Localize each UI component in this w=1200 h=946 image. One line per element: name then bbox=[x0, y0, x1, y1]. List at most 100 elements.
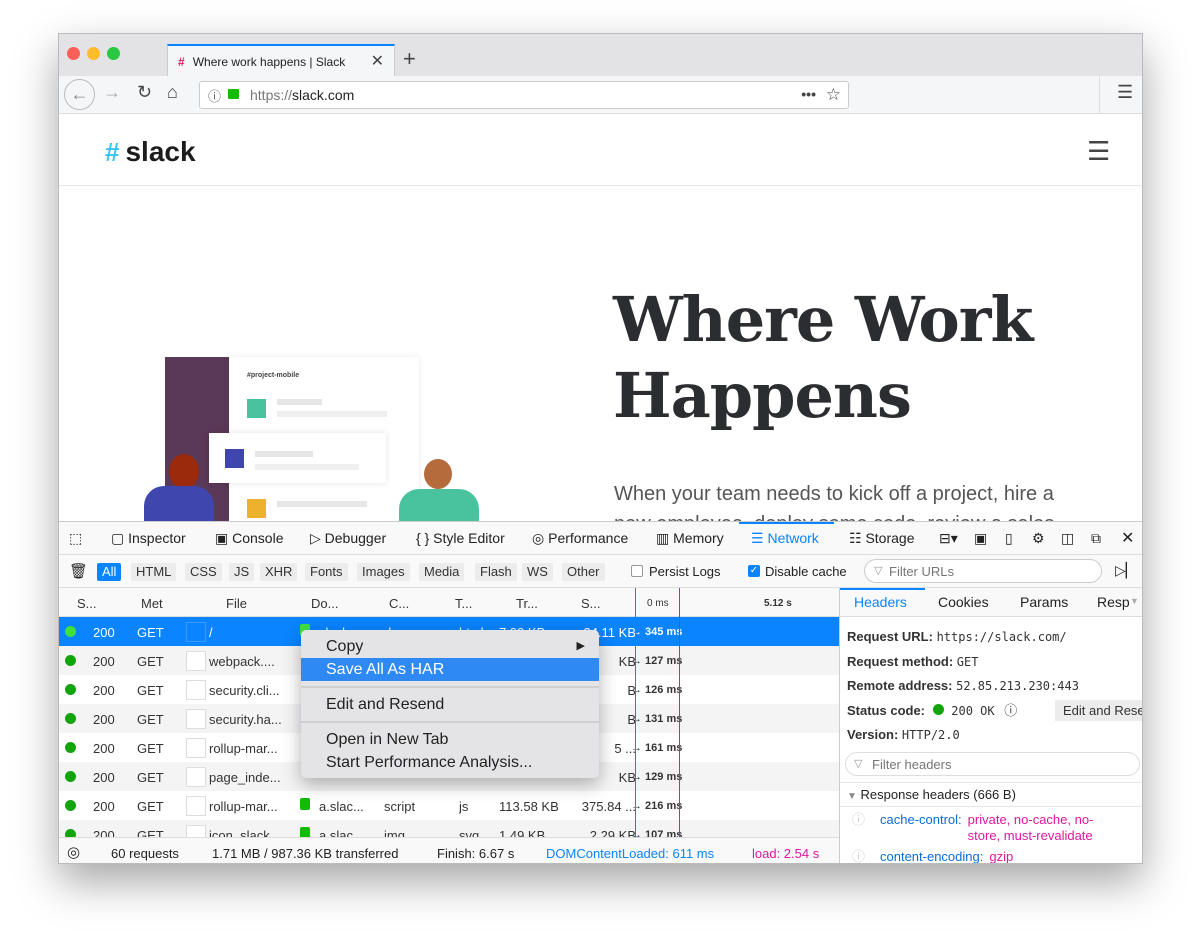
new-tab-button[interactable]: + bbox=[403, 46, 416, 72]
filter-html[interactable]: HTML bbox=[131, 563, 177, 581]
menu-item-save-all-as-har[interactable]: Save All As HAR bbox=[301, 658, 599, 681]
home-button[interactable]: ⌂ bbox=[167, 82, 178, 103]
responsive-design-icon[interactable]: ▯ bbox=[1005, 530, 1013, 547]
load-marker bbox=[679, 588, 680, 838]
hamburger-menu-icon[interactable]: ☰ bbox=[1087, 136, 1110, 167]
persist-logs-checkbox[interactable] bbox=[631, 565, 643, 577]
devtools-toolbar: ⬚ ▢ Inspector ▣ Console ▷ Debugger { } S… bbox=[59, 522, 1142, 555]
help-icon[interactable]: ⓘ bbox=[852, 849, 880, 863]
help-icon[interactable]: ⓘ bbox=[852, 812, 880, 844]
tool-tab-style-editor[interactable]: { } Style Editor bbox=[416, 530, 505, 546]
reload-button[interactable]: ↻ bbox=[137, 82, 152, 103]
cell-method: GET bbox=[137, 741, 164, 756]
layout-toggle-icon[interactable]: ⊟▾ bbox=[939, 530, 958, 547]
tool-tab-inspector[interactable]: ▢ Inspector bbox=[111, 530, 186, 547]
info-icon[interactable]: ⓘ bbox=[208, 86, 221, 105]
filter-js[interactable]: JS bbox=[229, 563, 255, 581]
filter-images[interactable]: Images bbox=[357, 563, 410, 581]
cell-status: 200 bbox=[93, 770, 115, 785]
tab-bar: # Where work happens | Slack ✕ + bbox=[59, 34, 1142, 77]
column-size[interactable]: S... bbox=[581, 596, 601, 611]
cell-domain: a.slac... bbox=[319, 799, 364, 814]
close-devtools-icon[interactable]: ✕ bbox=[1121, 528, 1134, 548]
request-row[interactable]: 200 GET rollup-mar... a.slac... script j… bbox=[59, 791, 839, 820]
performance-analysis-icon[interactable]: ◎ bbox=[67, 843, 80, 861]
tab-headers[interactable]: Headers bbox=[854, 594, 907, 610]
url-bar[interactable]: ⓘ https://slack.com ••• ☆ bbox=[199, 81, 849, 109]
response-headers-toggle[interactable]: ▼ Response headers (666 B) bbox=[840, 782, 1142, 807]
file-thumbnail-icon bbox=[186, 680, 206, 700]
more-tabs-icon[interactable]: ▼ bbox=[1130, 596, 1139, 606]
timeline-tick: 0 ms bbox=[647, 598, 669, 609]
menu-item-copy[interactable]: Copy ▶ bbox=[301, 635, 599, 658]
tab-cookies[interactable]: Cookies bbox=[938, 594, 989, 610]
hero-title: Where Work Happens bbox=[613, 282, 1033, 434]
help-icon[interactable]: ⓘ bbox=[1004, 703, 1017, 718]
filter-xhr[interactable]: XHR bbox=[260, 563, 298, 581]
request-method: GET bbox=[956, 654, 979, 669]
tool-tab-console[interactable]: ▣ Console bbox=[215, 530, 284, 547]
filter-all[interactable]: All bbox=[97, 563, 122, 581]
filter-other[interactable]: Other bbox=[562, 563, 605, 581]
timeline-tick: 5.12 s bbox=[764, 598, 792, 609]
tool-label: Debugger bbox=[324, 530, 387, 546]
forward-button[interactable]: → bbox=[103, 82, 121, 103]
hero-subtitle-line-1: When your team needs to kick off a proje… bbox=[614, 483, 1054, 505]
dock-side-icon[interactable]: ◫ bbox=[1061, 530, 1074, 547]
menu-item-open-in-new-tab[interactable]: Open in New Tab bbox=[301, 728, 599, 751]
filter-css[interactable]: CSS bbox=[185, 563, 222, 581]
edit-and-resend-button[interactable]: Edit and Resend bbox=[1055, 699, 1142, 721]
split-console-icon[interactable]: ▣ bbox=[974, 530, 987, 547]
logo-text: slack bbox=[125, 136, 196, 167]
filter-urls-input[interactable] bbox=[864, 559, 1102, 583]
column-cause[interactable]: C... bbox=[389, 596, 409, 611]
toggle-sidebar-icon[interactable]: ▷▏ bbox=[1115, 562, 1137, 579]
page-actions-icon[interactable]: ••• bbox=[801, 86, 816, 102]
bookmark-star-icon[interactable]: ☆ bbox=[826, 85, 841, 105]
separate-window-icon[interactable]: ⧉ bbox=[1091, 530, 1101, 547]
menu-item-start-performance-analysis[interactable]: Start Performance Analysis... bbox=[301, 751, 599, 774]
lock-icon bbox=[300, 798, 310, 810]
menu-icon[interactable]: ☰ bbox=[1117, 82, 1133, 103]
tool-tab-debugger[interactable]: ▷ Debugger bbox=[310, 530, 386, 547]
element-picker-icon[interactable]: ⬚ bbox=[69, 530, 82, 547]
filter-flash[interactable]: Flash bbox=[475, 563, 517, 581]
column-method[interactable]: Met bbox=[141, 596, 163, 611]
clear-trash-icon[interactable]: 🗑 bbox=[69, 562, 88, 580]
disable-cache-checkbox[interactable]: ✓ bbox=[748, 565, 760, 577]
tool-tab-network[interactable]: ☰ Network bbox=[751, 530, 819, 547]
tool-label: Console bbox=[232, 530, 284, 546]
header-name: content-encoding: bbox=[880, 849, 984, 864]
slack-logo[interactable]: # slack bbox=[105, 136, 196, 168]
load-time: load: 2.54 s bbox=[752, 846, 820, 861]
tab-response[interactable]: Resp bbox=[1097, 594, 1130, 610]
minimize-window-button[interactable] bbox=[87, 47, 100, 60]
tool-tab-memory[interactable]: ▥ Memory bbox=[656, 530, 724, 547]
tool-tab-performance[interactable]: ◎ Performance bbox=[532, 530, 628, 547]
close-tab-icon[interactable]: ✕ bbox=[371, 51, 384, 71]
column-type[interactable]: T... bbox=[455, 596, 472, 611]
filter-ws[interactable]: WS bbox=[522, 563, 553, 581]
filter-fonts[interactable]: Fonts bbox=[305, 563, 348, 581]
tool-tab-storage[interactable]: ☷ Storage bbox=[849, 530, 915, 547]
settings-gear-icon[interactable]: ⚙ bbox=[1032, 530, 1045, 547]
column-transferred[interactable]: Tr... bbox=[516, 596, 538, 611]
cell-timing: → 127 ms bbox=[631, 655, 683, 667]
tool-label: Memory bbox=[673, 530, 724, 546]
cell-status: 200 bbox=[93, 712, 115, 727]
menu-item-edit-and-resend[interactable]: Edit and Resend bbox=[301, 693, 599, 716]
network-filter-bar: 🗑 All HTML CSS JS XHR Fonts Images Media… bbox=[59, 555, 1142, 588]
label: Version: bbox=[847, 727, 899, 742]
column-domain[interactable]: Do... bbox=[311, 596, 338, 611]
filter-headers-input[interactable] bbox=[845, 752, 1140, 776]
back-button[interactable]: ← bbox=[64, 79, 95, 110]
maximize-window-button[interactable] bbox=[107, 47, 120, 60]
filter-media[interactable]: Media bbox=[419, 563, 465, 581]
file-thumbnail-icon bbox=[186, 622, 206, 642]
header-value: gzip bbox=[989, 849, 1014, 864]
close-window-button[interactable] bbox=[67, 47, 80, 60]
column-status[interactable]: S... bbox=[77, 596, 97, 611]
column-file[interactable]: File bbox=[226, 596, 247, 611]
browser-tab[interactable]: # Where work happens | Slack ✕ bbox=[167, 44, 395, 77]
tab-params[interactable]: Params bbox=[1020, 594, 1068, 610]
